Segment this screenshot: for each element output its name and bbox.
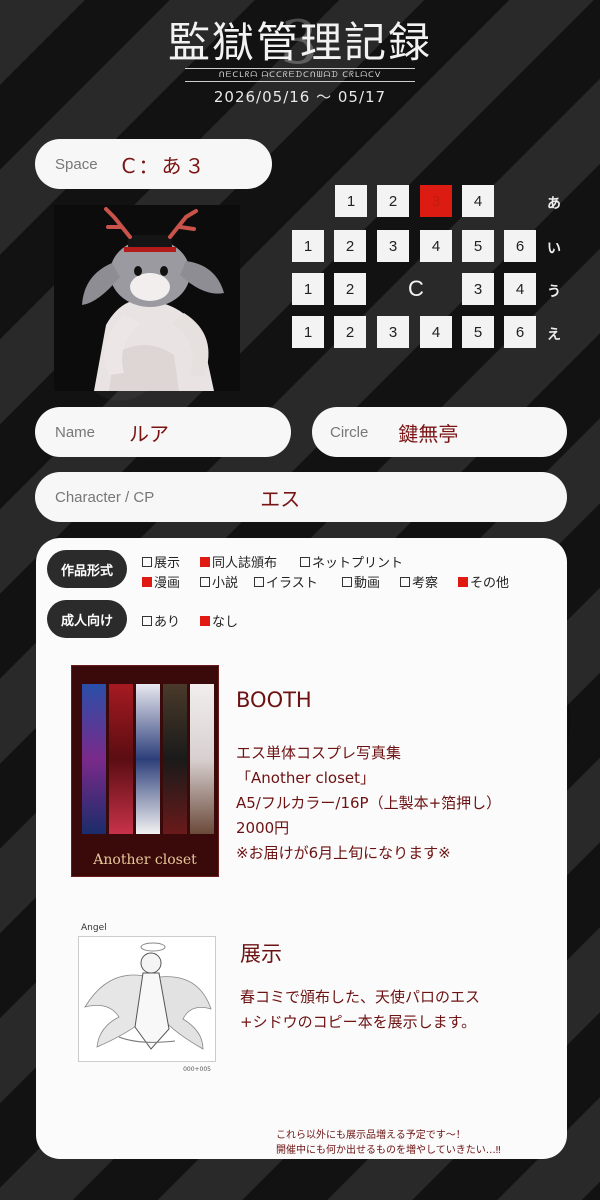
cover-panel-4 (163, 684, 187, 834)
circle-field: Circle 鍵無亭 (312, 407, 567, 457)
checkbox-other (458, 576, 468, 587)
sketch-code: 000+005 (183, 1066, 211, 1073)
option-adult-no-label: なし (212, 615, 239, 630)
checkbox-adult-no (200, 615, 210, 626)
character-field: Character / CP エス (35, 472, 567, 522)
seat-i-4: 4 (420, 230, 452, 262)
booth-title: BOOTH (236, 688, 312, 712)
space-field: Space C：あ３ (35, 139, 272, 189)
checkbox-manga (142, 576, 152, 587)
option-exhibit: 展示 (142, 552, 180, 571)
seat-u-3: 3 (462, 273, 494, 305)
seat-u-4: 4 (504, 273, 536, 305)
option-exhibit-label: 展示 (154, 556, 181, 571)
checkbox-novel (200, 576, 210, 587)
seat-u-1: 1 (292, 273, 324, 305)
seat-e-2: 2 (334, 316, 366, 348)
event-title-text: 監獄管理記録 (167, 18, 432, 67)
row-label-u: う (547, 284, 561, 300)
sketch-label: Angel (81, 923, 107, 933)
option-manga: 漫画 (142, 572, 180, 591)
option-illust-label: イラスト (266, 576, 318, 591)
option-novel-label: 小説 (212, 576, 239, 591)
header: 3 監獄管理記録 ᑎᗴᑕᒪᖇᗩ ᗩᑕᑕᖇᗴᗪᑕᑎᗯᗩᗪ ᑕᖇᒪᗩᑕᐯ 2026/… (0, 13, 600, 107)
checkbox-video (342, 576, 352, 587)
row-label-e: え (547, 327, 561, 343)
name-label: Name (55, 423, 96, 441)
angel-sketch: Angel 000+005 (78, 923, 216, 1073)
option-analysis-label: 考察 (412, 576, 439, 591)
event-title: 3 監獄管理記録 (167, 13, 432, 73)
circle-label: Circle (330, 423, 369, 441)
seat-map: 1 2 3 4 あ 1 2 3 4 5 6 い 1 2 C 3 4 う 1 2 … (290, 185, 570, 355)
space-label: Space (55, 155, 98, 173)
option-novel: 小説 (200, 572, 238, 591)
checkbox-analysis (400, 576, 410, 587)
option-doujinshi-label: 同人誌頒布 (212, 556, 278, 571)
option-adult-no: なし (200, 611, 238, 630)
checkbox-doujinshi (200, 556, 210, 567)
option-video-label: 動画 (354, 576, 381, 591)
cover-title: Another closet (93, 852, 197, 868)
seat-e-6: 6 (504, 316, 536, 348)
seat-u-2: 2 (334, 273, 366, 305)
checkbox-illust (254, 576, 264, 587)
option-video: 動画 (342, 572, 380, 591)
row-label-a: あ (547, 196, 561, 212)
seat-i-3: 3 (377, 230, 409, 262)
seat-a-4: 4 (462, 185, 494, 217)
seat-e-1: 1 (292, 316, 324, 348)
seat-e-3: 3 (377, 316, 409, 348)
seat-a-3-active: 3 (420, 185, 452, 217)
cover-panel-1 (82, 684, 106, 834)
booth-description: エス単体コスプレ写真集 「Another closet」 A5/フルカラー/16… (236, 744, 502, 862)
option-netprint: ネットプリント (300, 552, 403, 571)
name-value: ルア (129, 421, 170, 446)
checkbox-adult-yes (142, 615, 152, 626)
seat-a-1: 1 (335, 185, 367, 217)
option-manga-label: 漫画 (154, 576, 181, 591)
option-other-label: その他 (470, 576, 510, 591)
seat-i-2: 2 (334, 230, 366, 262)
space-value: C：あ３ (121, 153, 208, 178)
adult-tag: 成人向け (47, 600, 127, 638)
checkbox-netprint (300, 556, 310, 567)
cover-panel-5 (190, 684, 214, 834)
exhibit-description: 春コミで頒布した、天使パロのエス +シドウのコピー本を展示します。 (240, 988, 481, 1031)
cover-panel-2 (109, 684, 133, 834)
option-other: その他 (458, 572, 509, 591)
character-label: Character / CP (55, 488, 155, 506)
option-netprint-label: ネットプリント (312, 556, 404, 571)
checkbox-exhibit (142, 556, 152, 567)
photobook-cover: Another closet (71, 665, 219, 877)
event-date: 2026/05/16 ～ 05/17 (213, 88, 387, 106)
seat-i-1: 1 (292, 230, 324, 262)
option-illust: イラスト (254, 572, 318, 591)
cosplay-photo (54, 205, 240, 391)
work-format-tag: 作品形式 (47, 550, 127, 588)
option-adult-yes: あり (142, 611, 180, 630)
circle-value: 鍵無亭 (398, 421, 459, 446)
cover-panel-3 (136, 684, 160, 834)
option-analysis: 考察 (400, 572, 438, 591)
row-label-i: い (547, 241, 561, 257)
exhibit-title: 展示 (240, 942, 282, 966)
character-value: エス (260, 486, 301, 511)
rabbit-cosplayer-illustration (54, 205, 240, 391)
option-doujinshi: 同人誌頒布 (200, 552, 277, 571)
seat-i-5: 5 (462, 230, 494, 262)
name-field: Name ルア (35, 407, 291, 457)
seat-i-6: 6 (504, 230, 536, 262)
seat-e-5: 5 (462, 316, 494, 348)
footer-note: これら以外にも展示品増える予定です～！ 開催中にも何か出せるものを増やしていきた… (276, 1130, 501, 1156)
seat-a-2: 2 (377, 185, 409, 217)
seat-e-4: 4 (420, 316, 452, 348)
aisle-letter: C (408, 276, 424, 301)
option-adult-yes-label: あり (154, 615, 181, 630)
angel-illustration (84, 942, 212, 1050)
